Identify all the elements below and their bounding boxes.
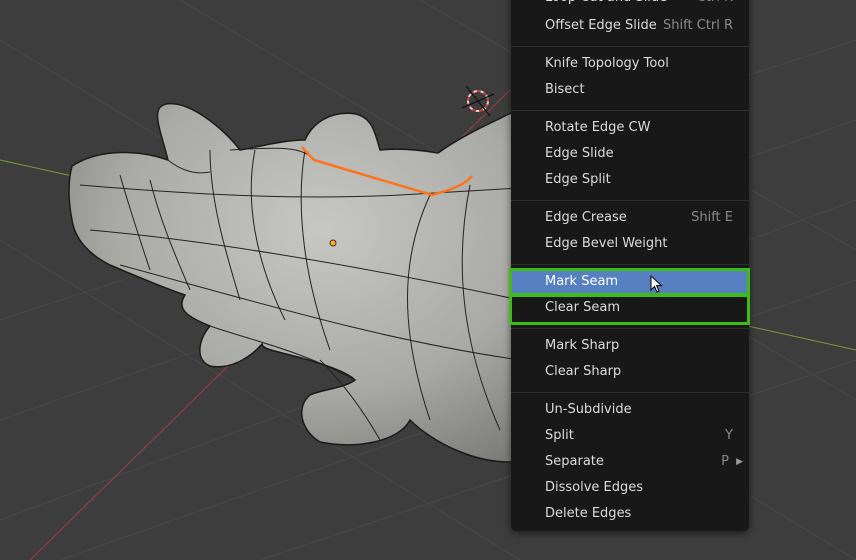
- highlight-box-mark-seam: [509, 268, 750, 296]
- menu-item-delete-edges[interactable]: Delete Edges: [511, 502, 749, 526]
- menu-item-label: Knife Topology Tool: [545, 56, 669, 71]
- menu-item-dissolve-edges[interactable]: Dissolve Edges: [511, 476, 749, 500]
- menu-item-label: Edge Slide: [545, 146, 614, 161]
- menu-item-edge-bevel-weight[interactable]: Edge Bevel Weight: [511, 232, 749, 256]
- menu-item-shortcut: Shift Ctrl R: [663, 18, 733, 33]
- edge-context-menu: Loop Cut and Slide Ctrl R Offset Edge Sl…: [511, 0, 749, 531]
- menu-item-label: Clear Sharp: [545, 364, 622, 379]
- menu-item-label: Rotate Edge CW: [545, 120, 651, 135]
- menu-item-label: Loop Cut and Slide: [545, 0, 667, 10]
- menu-item-label: Edge Crease: [545, 210, 627, 225]
- menu-item-label: Delete Edges: [545, 506, 632, 521]
- menu-item-edge-crease[interactable]: Edge Crease Shift E: [511, 206, 749, 230]
- menu-item-shortcut: P: [721, 454, 729, 469]
- menu-item-label: Edge Bevel Weight: [545, 236, 668, 251]
- menu-item-split[interactable]: Split Y: [511, 424, 749, 448]
- menu-item-edge-split[interactable]: Edge Split: [511, 168, 749, 192]
- menu-item-label: Offset Edge Slide: [545, 18, 657, 33]
- menu-item-offset-edge-slide[interactable]: Offset Edge Slide Shift Ctrl R: [511, 14, 749, 38]
- menu-item-label: Split: [545, 428, 574, 443]
- object-origin-dot: [329, 239, 337, 247]
- mouse-pointer-icon: [650, 275, 663, 293]
- menu-item-label: Mark Sharp: [545, 338, 620, 353]
- menu-item-rotate-edge-cw[interactable]: Rotate Edge CW: [511, 116, 749, 140]
- menu-separator: [511, 200, 749, 201]
- menu-item-edge-slide[interactable]: Edge Slide: [511, 142, 749, 166]
- menu-item-label: Separate: [545, 454, 604, 469]
- menu-separator: [511, 392, 749, 393]
- menu-separator: [511, 328, 749, 329]
- menu-item-separate[interactable]: Separate P ▶: [511, 450, 749, 474]
- menu-item-knife-topology-tool[interactable]: Knife Topology Tool: [511, 52, 749, 76]
- menu-separator: [511, 110, 749, 111]
- menu-item-loop-cut-and-slide[interactable]: Loop Cut and Slide Ctrl R: [511, 0, 749, 10]
- menu-item-clear-sharp[interactable]: Clear Sharp: [511, 360, 749, 384]
- menu-separator: [511, 264, 749, 265]
- highlight-box-clear-seam: [509, 294, 750, 325]
- menu-item-label: Dissolve Edges: [545, 480, 644, 495]
- menu-item-shortcut: Y: [725, 428, 733, 443]
- menu-item-bisect[interactable]: Bisect: [511, 78, 749, 102]
- submenu-arrow-icon: ▶: [736, 457, 743, 467]
- menu-separator: [511, 46, 749, 47]
- menu-item-shortcut: Shift E: [691, 210, 733, 225]
- menu-item-shortcut: Ctrl R: [697, 0, 733, 10]
- menu-item-label: Bisect: [545, 82, 585, 97]
- menu-item-mark-sharp[interactable]: Mark Sharp: [511, 334, 749, 358]
- menu-item-un-subdivide[interactable]: Un-Subdivide: [511, 398, 749, 422]
- menu-item-label: Edge Split: [545, 172, 611, 187]
- menu-item-label: Un-Subdivide: [545, 402, 632, 417]
